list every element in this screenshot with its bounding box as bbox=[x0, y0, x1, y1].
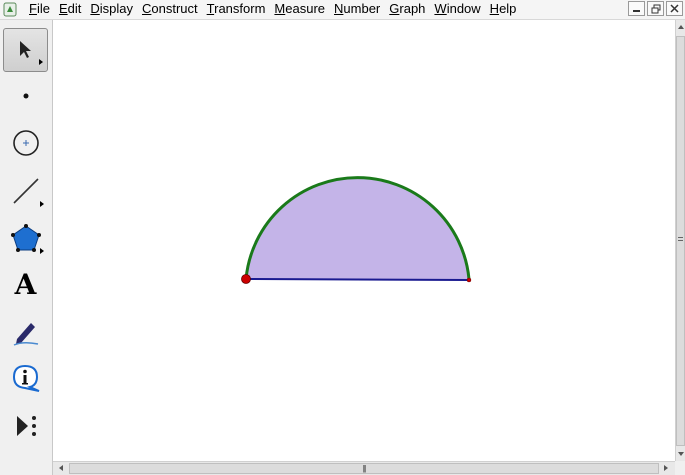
menu-display[interactable]: Display bbox=[87, 1, 139, 17]
restore-icon bbox=[651, 4, 660, 13]
tool-submenu-arrow bbox=[40, 201, 44, 207]
close-icon bbox=[670, 4, 679, 13]
menu-transform[interactable]: Transform bbox=[204, 1, 272, 17]
point-icon bbox=[23, 93, 28, 99]
menu-edit[interactable]: Edit bbox=[56, 1, 87, 17]
menu-label: easure bbox=[285, 1, 326, 16]
menu-mnemonic: C bbox=[142, 1, 152, 16]
segment-icon bbox=[12, 178, 39, 204]
grip-icon: ||| bbox=[362, 463, 366, 473]
minimize-icon bbox=[633, 10, 640, 12]
straightedge-tool[interactable] bbox=[3, 169, 48, 213]
endpoint-right[interactable] bbox=[466, 277, 472, 283]
scroll-down-arrow-icon[interactable] bbox=[678, 452, 684, 456]
pentagon-icon bbox=[10, 224, 41, 252]
vertical-scroll-thumb[interactable] bbox=[676, 36, 685, 446]
marker-tool[interactable] bbox=[3, 310, 48, 354]
scrollbar-corner bbox=[675, 461, 685, 475]
menu-mnemonic: N bbox=[334, 1, 344, 16]
menu-help[interactable]: Help bbox=[487, 1, 523, 17]
scroll-right-arrow-icon[interactable] bbox=[664, 465, 668, 471]
scroll-up-arrow-icon[interactable] bbox=[678, 25, 684, 29]
text-a-icon: A bbox=[14, 268, 37, 301]
compass-tool[interactable] bbox=[3, 121, 48, 165]
menu-mnemonic: F bbox=[29, 1, 37, 16]
menu-mnemonic: M bbox=[274, 1, 286, 16]
menu-measure[interactable]: Measure bbox=[271, 1, 331, 17]
menu-mnemonic: G bbox=[389, 1, 400, 16]
menu-items: File Edit Display Construct Transform Measure… bbox=[26, 1, 522, 17]
menu-label: isplay bbox=[99, 1, 134, 16]
vertical-scrollbar[interactable] bbox=[675, 20, 685, 461]
close-button[interactable] bbox=[666, 1, 683, 16]
menu-label: ile bbox=[36, 1, 50, 16]
menu-mnemonic: T bbox=[206, 1, 215, 16]
menu-label: ransform bbox=[214, 1, 266, 16]
menu-construct[interactable]: Construct bbox=[139, 1, 204, 17]
endpoint-left[interactable] bbox=[241, 274, 251, 284]
grip-icon bbox=[678, 237, 683, 241]
menu-number[interactable]: Number bbox=[331, 1, 386, 17]
menu-graph[interactable]: Graph bbox=[386, 1, 431, 17]
menu-mnemonic: D bbox=[90, 1, 100, 16]
menu-label: elp bbox=[499, 1, 517, 16]
menu-bar: File Edit Display Construct Transform Measure… bbox=[0, 0, 685, 20]
scroll-left-arrow-icon[interactable] bbox=[59, 465, 63, 471]
sketch-canvas[interactable] bbox=[53, 20, 675, 461]
minimize-button[interactable] bbox=[628, 1, 645, 16]
play-dots-icon bbox=[16, 416, 36, 436]
sketch-drawing bbox=[241, 176, 472, 284]
circle-icon bbox=[12, 130, 39, 156]
tool-submenu-arrow bbox=[39, 59, 43, 65]
menu-label: dit bbox=[67, 1, 82, 16]
window-controls bbox=[628, 1, 683, 16]
information-tool[interactable] bbox=[3, 356, 48, 400]
toolbox: A bbox=[0, 20, 53, 475]
horizontal-scrollbar[interactable]: ||| bbox=[53, 461, 675, 475]
custom-tool[interactable] bbox=[3, 404, 48, 448]
pen-icon bbox=[13, 323, 38, 346]
point-tool[interactable] bbox=[3, 74, 48, 118]
menu-file[interactable]: File bbox=[26, 1, 56, 17]
menu-mnemonic: W bbox=[434, 1, 447, 16]
menu-label: onstruct bbox=[151, 1, 198, 16]
tool-submenu-arrow bbox=[40, 248, 44, 254]
polygon-tool[interactable] bbox=[3, 216, 48, 260]
menu-label: raph bbox=[399, 1, 426, 16]
menu-label: umber bbox=[343, 1, 381, 16]
menu-window[interactable]: Window bbox=[431, 1, 486, 17]
info-icon bbox=[12, 364, 39, 392]
menu-mnemonic: H bbox=[489, 1, 500, 16]
diameter-segment[interactable] bbox=[245, 278, 470, 281]
menu-mnemonic: E bbox=[58, 1, 68, 16]
menu-label: indow bbox=[446, 1, 481, 16]
sketchpad-app-icon[interactable] bbox=[3, 2, 18, 17]
selection-arrow-tool[interactable] bbox=[3, 28, 48, 72]
semicircle-interior[interactable] bbox=[246, 177, 469, 279]
arrow-pointer-icon bbox=[19, 41, 31, 58]
text-tool[interactable]: A bbox=[3, 263, 48, 307]
restore-button[interactable] bbox=[647, 1, 664, 16]
horizontal-scroll-thumb[interactable]: ||| bbox=[69, 463, 659, 474]
